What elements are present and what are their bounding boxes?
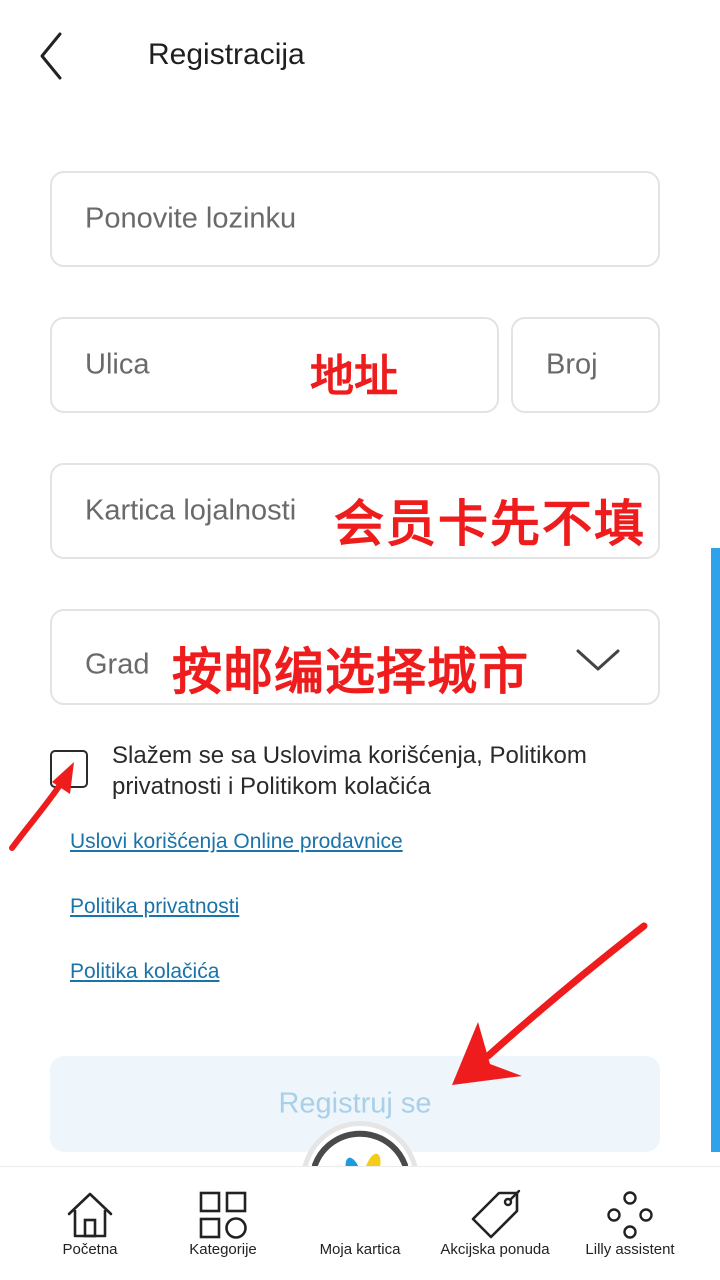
scrollbar[interactable] <box>711 548 720 1152</box>
city-annotation: 按邮编选择城市 <box>172 642 529 701</box>
loyalty-card-annotation: 会员卡先不填 <box>334 494 646 553</box>
price-tag-icon <box>471 1189 521 1239</box>
street-annotation: 地址 <box>310 351 398 402</box>
repeat-password-placeholder: Ponovite lozinku <box>85 202 297 235</box>
city-placeholder: Grad <box>85 648 150 681</box>
nav-item-my-card[interactable]: Moja kartica <box>315 1167 405 1280</box>
back-button[interactable] <box>30 28 74 84</box>
terms-link[interactable]: Uslovi korišćenja Online prodavnice <box>70 830 403 854</box>
app-header: Registracija <box>0 0 720 112</box>
cookie-policy-link[interactable]: Politika kolačića <box>70 960 219 984</box>
loyalty-card-placeholder: Kartica lojalnosti <box>85 494 297 527</box>
nav-label-assistant: Lilly assistent <box>585 1241 675 1258</box>
number-input[interactable]: Broj <box>511 317 660 413</box>
nav-label-home: Početna <box>62 1241 118 1258</box>
number-placeholder: Broj <box>546 348 598 381</box>
chevron-left-icon <box>40 32 62 80</box>
assistant-dots-icon <box>607 1191 653 1239</box>
categories-icon <box>199 1191 247 1239</box>
page-title: Registracija <box>148 38 305 71</box>
nav-item-assistant[interactable]: Lilly assistent <box>580 1167 680 1280</box>
chevron-down-icon <box>576 649 620 671</box>
bottom-navigation: Početna Kategorije Moja kartica Akcijska… <box>0 1166 720 1280</box>
consent-checkbox[interactable] <box>50 750 88 788</box>
register-button-label: Registruj se <box>278 1087 432 1120</box>
home-icon <box>67 1192 113 1238</box>
consent-label: Slažem se sa Uslovima korišćenja, Politi… <box>112 742 587 800</box>
repeat-password-input[interactable]: Ponovite lozinku <box>50 171 660 267</box>
nav-item-promotions[interactable]: Akcijska ponuda <box>440 1167 550 1280</box>
nav-item-home[interactable]: Početna <box>45 1167 135 1280</box>
nav-label-categories: Kategorije <box>189 1241 257 1258</box>
nav-item-categories[interactable]: Kategorije <box>178 1167 268 1280</box>
nav-label-my-card: Moja kartica <box>319 1241 401 1258</box>
street-placeholder: Ulica <box>85 348 150 381</box>
privacy-policy-link[interactable]: Politika privatnosti <box>70 895 239 919</box>
nav-label-promotions: Akcijska ponuda <box>440 1241 550 1258</box>
street-input[interactable]: Ulica <box>50 317 499 413</box>
